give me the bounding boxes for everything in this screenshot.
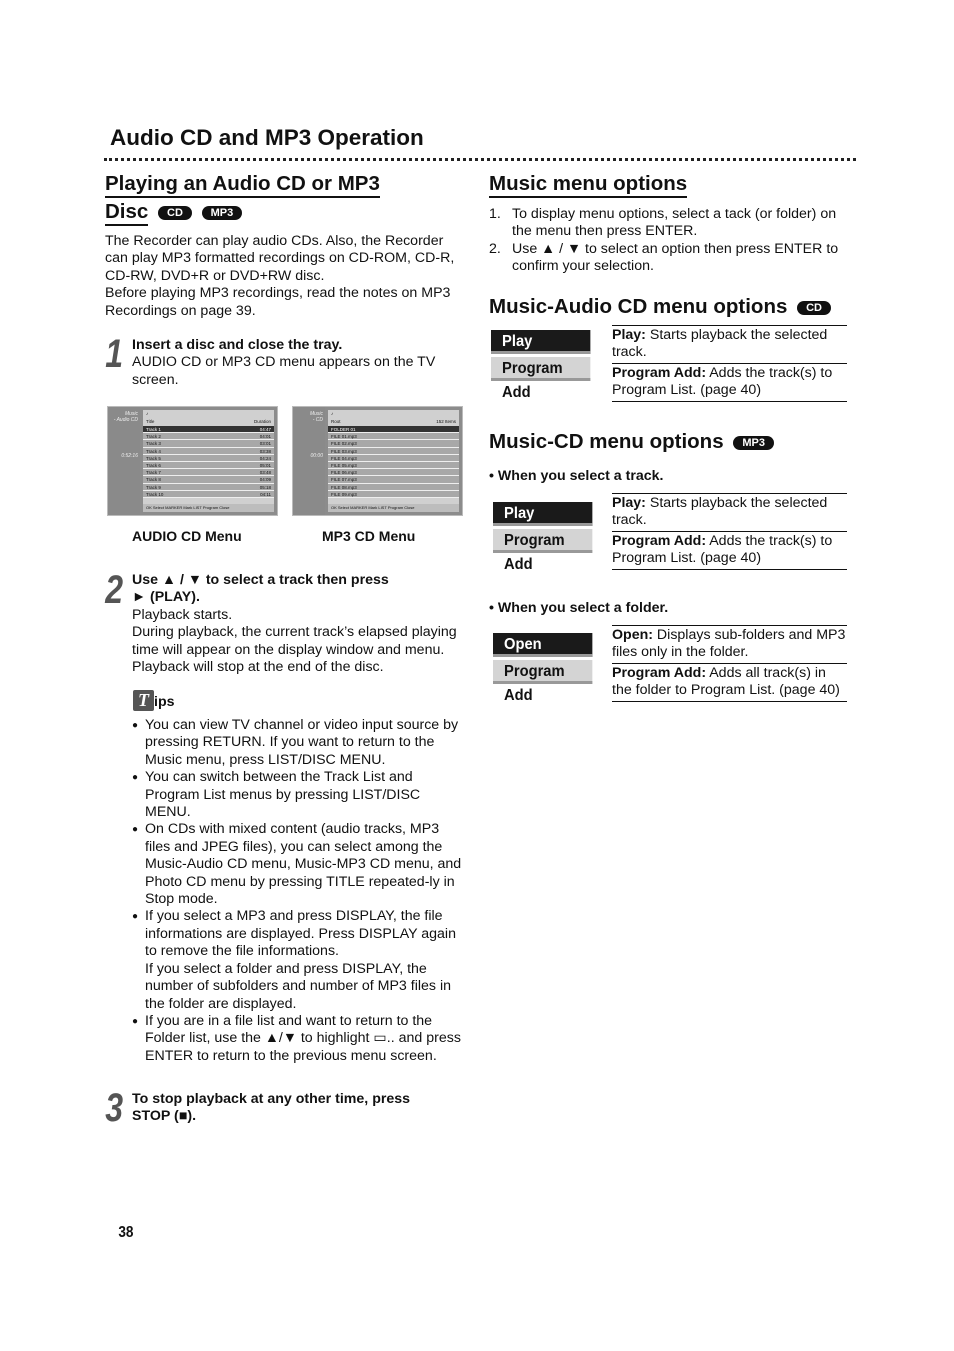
- page-number: 38: [118, 1224, 134, 1241]
- menu-row: FILE 01.mp3: [328, 433, 459, 441]
- cd-badge: CD: [158, 205, 192, 220]
- menu-row: Track 5 04:24: [143, 454, 274, 462]
- menu-row: FILE 08.mp3: [328, 483, 459, 491]
- menu-row: FILE 09.mp3: [328, 490, 459, 498]
- menu-row: FILE 05.mp3: [328, 461, 459, 470]
- step-2: Use ▲ / ▼ to select a track then press ►…: [132, 572, 457, 676]
- menu-row: FILE 02.mp3: [328, 440, 459, 448]
- menu-row: FILE 04.mp3: [328, 454, 459, 462]
- step-number-1: 1: [105, 332, 124, 376]
- track-option-buttons: Play Program Add: [493, 502, 601, 573]
- folder-option-descriptions: Open: Displays sub-folders and MP3 files…: [612, 625, 847, 702]
- mp3-cd-menu-caption: MP3 CD Menu: [322, 528, 416, 544]
- menu-row: Track 9 05:18: [143, 483, 274, 491]
- menu-row: FILE 06.mp3: [328, 469, 459, 477]
- mp3-badge: MP3: [733, 435, 774, 450]
- intro-text: The Recorder can play audio CDs. Also, t…: [105, 233, 455, 319]
- track-select-label: • When you select a track.: [489, 468, 664, 484]
- menu-row: Track 2 04:01: [143, 433, 274, 441]
- tips-list: You can view TV channel or video input s…: [132, 717, 468, 1065]
- menu-row: Track 7 03:48: [143, 469, 274, 477]
- section-heading: Playing an Audio CD or MP3 Disc CD MP3: [105, 170, 465, 226]
- play-option[interactable]: Play: [491, 330, 591, 354]
- step-number-3: 3: [105, 1086, 124, 1130]
- menu-row: FOLDER 01: [328, 426, 459, 434]
- program-add-option[interactable]: Program Add: [493, 529, 593, 573]
- dotted-divider: [104, 158, 856, 161]
- menu-row: FILE 07.mp3: [328, 476, 459, 484]
- folder-select-label: • When you select a folder.: [489, 600, 669, 616]
- folder-option-buttons: Open Program Add: [493, 633, 601, 704]
- menu-row: Track 3 03:01: [143, 440, 274, 448]
- audio-cd-options-heading: Music-Audio CD menu options CD: [489, 293, 831, 321]
- menu-row: Track 1 04:47: [143, 426, 274, 434]
- menu-row: Track 6 05:01: [143, 461, 274, 470]
- menu-row: Track 10 04:11: [143, 490, 274, 498]
- audio-cd-menu-screenshot: Music - Audio CD 0:52:16 ♪ Title Duration Tra…: [107, 406, 278, 516]
- audio-cd-option-buttons: Play Program Add: [491, 330, 599, 401]
- tips-icon: T: [133, 690, 154, 711]
- menu-row: Track 4 03:38: [143, 447, 274, 455]
- menu-row: Track 8 04:09: [143, 476, 274, 484]
- step-number-2: 2: [105, 568, 124, 612]
- mp3-cd-options-heading: Music-CD menu options MP3: [489, 428, 774, 456]
- music-menu-steps: 1. To display menu options, select a tack…: [489, 206, 839, 275]
- mp3-badge: MP3: [201, 205, 243, 220]
- audio-cd-option-descriptions: Play: Starts playback the selected track…: [612, 325, 847, 402]
- audio-cd-menu-caption: AUDIO CD Menu: [132, 528, 242, 544]
- open-option[interactable]: Open: [493, 633, 593, 657]
- music-menu-heading: Music menu options: [489, 170, 688, 198]
- page-title: Audio CD and MP3 Operation: [110, 125, 424, 150]
- step-1: Insert a disc and close the tray. AUDIO …: [132, 337, 436, 388]
- track-option-descriptions: Play: Starts playback the selected track…: [612, 493, 847, 570]
- step-3: To stop playback at any other time, pres…: [132, 1091, 411, 1125]
- program-add-option[interactable]: Program Add: [491, 357, 591, 401]
- tips-heading: Tips: [133, 690, 175, 711]
- mp3-cd-menu-screenshot: Music - CD 00:00 ♪ Root 152 Items FOLDER 01 FI…: [292, 406, 463, 516]
- program-add-option[interactable]: Program Add: [493, 660, 593, 704]
- menu-row: FILE 03.mp3: [328, 447, 459, 455]
- play-option[interactable]: Play: [493, 502, 593, 526]
- cd-badge: CD: [797, 300, 831, 315]
